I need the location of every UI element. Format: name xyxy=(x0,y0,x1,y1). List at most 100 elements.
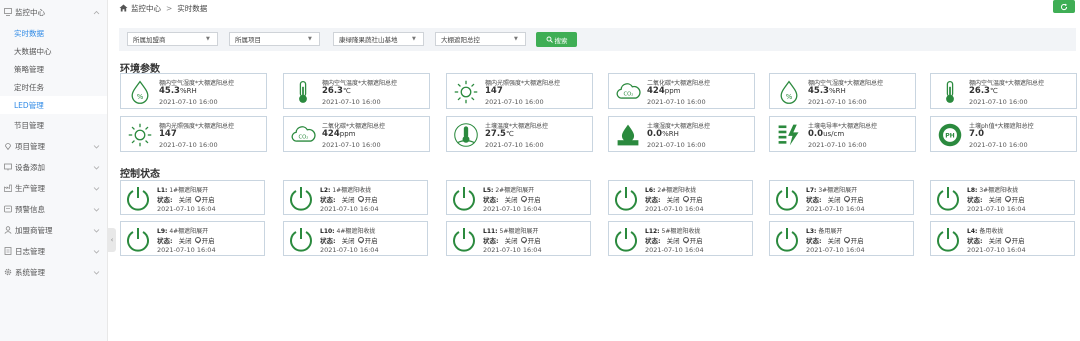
env-card[interactable]: 二氧化碳*大棚遮阳总控 424ppm 2021-07-10 16:00 xyxy=(608,73,755,109)
env-card[interactable]: 土壤电导率*大棚遮阳总控 0.0us/cm 2021-07-10 16:00 xyxy=(769,116,916,152)
power-icon[interactable] xyxy=(774,226,800,252)
soil-moisture-icon xyxy=(613,120,643,150)
control-card-code: L4: xyxy=(967,228,978,235)
sidebar-section-projects[interactable]: 项目管理 xyxy=(0,136,108,156)
sidebar-section-monitor[interactable]: 监控中心 xyxy=(0,2,108,22)
env-card[interactable]: 土壤湿度*大棚遮阳总控 0.0%RH 2021-07-10 16:00 xyxy=(608,116,755,152)
control-card[interactable]: L5: 2#棚遮阳展开 状态: 关闭 开启 2021-07-10 16:04 xyxy=(446,180,591,215)
control-card[interactable]: L11: 5#棚遮阳展开 状态: 关闭 开启 2021-07-10 16:04 xyxy=(446,221,591,256)
sidebar-item-timed-tasks[interactable]: 定时任务 xyxy=(0,78,107,96)
power-icon[interactable] xyxy=(125,226,151,252)
control-card[interactable]: L12: 5#棚遮阳收拢 状态: 关闭 开启 2021-07-10 16:04 xyxy=(608,221,753,256)
control-card[interactable]: L9: 4#棚遮阳展开 状态: 关闭 开启 2021-07-10 16:04 xyxy=(120,221,265,256)
sidebar-section-alerts[interactable]: 预警信息 xyxy=(0,199,108,219)
project-select-value: 所属项目 xyxy=(235,36,261,44)
greenhouse-select[interactable]: 大棚遮阳总控 ▼ xyxy=(435,32,526,46)
sidebar-section-franchisee[interactable]: 加盟商管理 xyxy=(0,220,108,240)
control-card-name: L5: 2#棚遮阳展开 xyxy=(483,185,534,194)
power-icon[interactable] xyxy=(288,226,314,252)
power-icon[interactable] xyxy=(451,226,477,252)
sidebar-item-big-data[interactable]: 大数据中心 xyxy=(0,42,107,60)
control-off-option[interactable]: 关闭 xyxy=(989,235,1002,245)
sidebar-section-devices[interactable]: 设备添加 xyxy=(0,157,108,177)
control-on-option[interactable]: 开启 xyxy=(365,235,378,245)
refresh-button[interactable] xyxy=(1053,0,1075,13)
control-on-option[interactable]: 开启 xyxy=(528,194,541,204)
control-card[interactable]: L4: 备用收拢 状态: 关闭 开启 2021-07-10 16:04 xyxy=(930,221,1075,256)
check-circle-icon xyxy=(1004,196,1011,202)
control-off-option[interactable]: 关闭 xyxy=(989,194,1002,204)
env-card[interactable]: 土壤ph值*大棚遮阳总控 7.0 2021-07-10 16:00 xyxy=(930,116,1077,152)
sidebar-item-programs[interactable]: 节目管理 xyxy=(0,116,107,134)
power-icon[interactable] xyxy=(125,185,151,211)
env-card[interactable]: 棚内光照强度*大棚遮阳总控 147 2021-07-10 16:00 xyxy=(446,73,593,109)
sidebar-section-label: 生产管理 xyxy=(15,183,45,193)
control-on-option[interactable]: 开启 xyxy=(528,235,541,245)
env-card[interactable]: 棚内空气湿度*大棚遮阳总控 45.3%RH 2021-07-10 16:00 xyxy=(120,73,267,109)
control-on-option[interactable]: 开启 xyxy=(365,194,378,204)
control-on-option[interactable]: 开启 xyxy=(202,194,215,204)
env-card[interactable]: 二氧化碳*大棚遮阳总控 424ppm 2021-07-10 16:00 xyxy=(283,116,430,152)
power-icon[interactable] xyxy=(774,185,800,211)
sidebar-item-led[interactable]: LED管理 xyxy=(0,96,107,114)
power-icon[interactable] xyxy=(613,226,639,252)
control-on-option[interactable]: 开启 xyxy=(1012,194,1025,204)
control-card[interactable]: L10: 4#棚遮阳收拢 状态: 关闭 开启 2021-07-10 16:04 xyxy=(283,221,428,256)
power-icon[interactable] xyxy=(935,226,961,252)
env-card[interactable]: 土壤温度*大棚遮阳总控 27.5℃ 2021-07-10 16:00 xyxy=(446,116,593,152)
control-off-option[interactable]: 关闭 xyxy=(667,235,680,245)
control-on-option[interactable]: 开启 xyxy=(1012,235,1025,245)
breadcrumb-home[interactable]: 监控中心 xyxy=(131,3,161,14)
env-card-value: 0.0%RH xyxy=(647,129,679,139)
env-card[interactable]: 棚内光照强度*大棚遮阳总控 147 2021-07-10 16:00 xyxy=(120,116,267,152)
site-select[interactable]: 康绿隆果蔬社山基地 ▼ xyxy=(333,32,424,46)
control-off-option[interactable]: 关闭 xyxy=(505,235,518,245)
control-off-option[interactable]: 关闭 xyxy=(667,194,680,204)
power-icon[interactable] xyxy=(935,185,961,211)
control-off-option[interactable]: 关闭 xyxy=(828,194,841,204)
control-card[interactable]: L1: 1#棚遮阳展开 状态: 关闭 开启 2021-07-10 16:04 xyxy=(120,180,265,215)
power-icon[interactable] xyxy=(288,185,314,211)
control-off-option[interactable]: 关闭 xyxy=(828,235,841,245)
env-card-time: 2021-07-10 16:00 xyxy=(485,98,544,106)
control-card[interactable]: L2: 1#棚遮阳收拢 状态: 关闭 开启 2021-07-10 16:04 xyxy=(283,180,428,215)
control-card-state: 状态: 关闭 开启 xyxy=(157,194,215,204)
co2-cloud-icon xyxy=(288,120,318,150)
control-on-option[interactable]: 开启 xyxy=(851,194,864,204)
env-card-unit: %RH xyxy=(828,87,846,95)
franchisee-select[interactable]: 所属加盟商 ▼ xyxy=(127,32,218,46)
sidebar-item-realtime-data[interactable]: 实时数据 xyxy=(0,24,107,42)
sidebar-section-system[interactable]: 系统管理 xyxy=(0,262,108,282)
sidebar-section-production[interactable]: 生产管理 xyxy=(0,178,108,198)
check-circle-icon xyxy=(682,237,689,243)
project-select[interactable]: 所属项目 ▼ xyxy=(229,32,320,46)
sidebar-item-strategy[interactable]: 策略管理 xyxy=(0,60,107,78)
control-card[interactable]: L7: 3#棚遮阳展开 状态: 关闭 开启 2021-07-10 16:04 xyxy=(769,180,914,215)
search-button[interactable]: 搜索 xyxy=(536,32,577,47)
control-card[interactable]: L6: 2#棚遮阳收拢 状态: 关闭 开启 2021-07-10 16:04 xyxy=(608,180,753,215)
power-icon[interactable] xyxy=(613,185,639,211)
env-card[interactable]: 棚内空气温度*大棚遮阳总控 26.3℃ 2021-07-10 16:00 xyxy=(283,73,430,109)
control-on-option[interactable]: 开启 xyxy=(690,235,703,245)
control-on-option[interactable]: 开启 xyxy=(202,235,215,245)
control-off-option[interactable]: 关闭 xyxy=(505,194,518,204)
control-on-option[interactable]: 开启 xyxy=(851,235,864,245)
control-on-option[interactable]: 开启 xyxy=(690,194,703,204)
control-card[interactable]: L8: 3#棚遮阳收拢 状态: 关闭 开启 2021-07-10 16:04 xyxy=(930,180,1075,215)
control-card-name: L11: 5#棚遮阳展开 xyxy=(483,226,538,235)
env-card[interactable]: 棚内空气温度*大棚遮阳总控 26.3℃ 2021-07-10 16:00 xyxy=(930,73,1077,109)
sidebar-collapse-handle[interactable]: ‹ xyxy=(108,228,116,252)
control-card[interactable]: L3: 备用展开 状态: 关闭 开启 2021-07-10 16:04 xyxy=(769,221,914,256)
control-off-option[interactable]: 关闭 xyxy=(179,194,192,204)
env-card[interactable]: 棚内空气湿度*大棚遮阳总控 45.3%RH 2021-07-10 16:00 xyxy=(769,73,916,109)
control-off-option[interactable]: 关闭 xyxy=(179,235,192,245)
power-icon[interactable] xyxy=(451,185,477,211)
soil-temperature-icon xyxy=(451,120,481,150)
home-icon[interactable] xyxy=(119,4,128,12)
sidebar-section-logs[interactable]: 日志管理 xyxy=(0,241,108,261)
control-card-name: L8: 3#棚遮阳收拢 xyxy=(967,185,1018,194)
control-off-option[interactable]: 关闭 xyxy=(342,235,355,245)
control-off-option[interactable]: 关闭 xyxy=(342,194,355,204)
check-circle-icon xyxy=(843,237,850,243)
check-circle-icon xyxy=(194,196,201,202)
